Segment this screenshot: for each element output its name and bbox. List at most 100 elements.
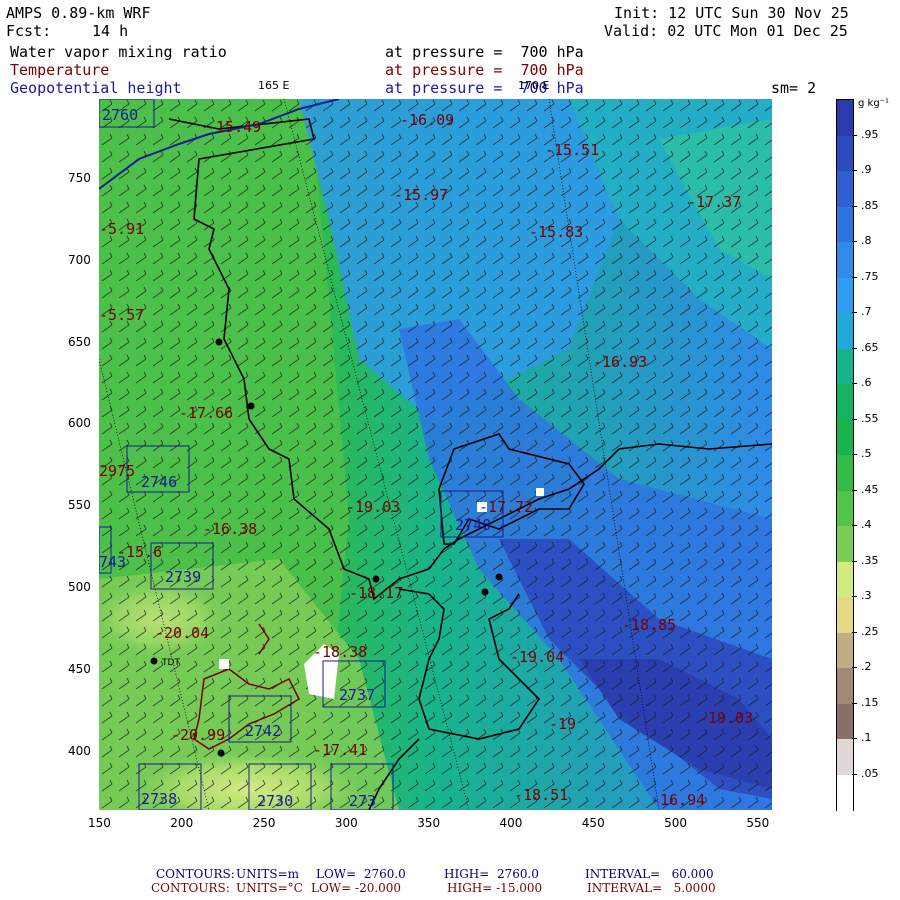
temp-label: -19 xyxy=(549,715,577,733)
footer-temp-label: CONTOURS: xyxy=(151,881,230,895)
field-name-geopotential: Geopotential height xyxy=(10,79,182,97)
x-tick-label: 450 xyxy=(581,816,605,830)
colorbar-label: .9 xyxy=(861,163,872,176)
colorbar-tick xyxy=(852,525,857,526)
colorbar-tick xyxy=(852,702,857,704)
height-label: 2746 xyxy=(141,473,178,491)
temp-label: -17.37 xyxy=(687,193,742,211)
temp-label: -18.38 xyxy=(313,643,368,661)
footer-height-interval: INTERVAL= 60.000 xyxy=(585,867,714,881)
station-dot xyxy=(247,402,255,410)
colorbar-label: .7 xyxy=(861,305,872,318)
footer-temp-high: HIGH= -15.000 xyxy=(447,881,543,895)
x-tick-label: 200 xyxy=(170,816,194,830)
temp-label: -16.93 xyxy=(593,353,648,371)
colorbar-label: .45 xyxy=(861,482,879,496)
colorbar-tick xyxy=(852,418,857,420)
field-name-temperature: Temperature xyxy=(10,61,110,79)
colorbar-tick xyxy=(852,773,857,775)
valid-time: Valid: 02 UTC Mon 01 Dec 25 xyxy=(604,22,848,40)
temp-label: -18.85 xyxy=(622,616,677,634)
temp-label: -17.72 xyxy=(479,498,534,516)
colorbar-tick xyxy=(852,560,857,562)
colorbar-swatch xyxy=(837,526,853,562)
footer-height-units: UNITS=m xyxy=(236,867,300,881)
colorbar-swatch xyxy=(837,206,853,243)
height-label: 2975 xyxy=(99,462,136,480)
colorbar-swatch xyxy=(837,135,853,172)
footer-temp-interval: INTERVAL= 5.0000 xyxy=(587,881,716,895)
y-tick-label: 550 xyxy=(68,498,91,513)
temp-label: -16.09 xyxy=(400,111,455,129)
colorbar-label: .95 xyxy=(861,127,879,141)
colorbar-swatch xyxy=(837,242,853,278)
colorbar-tick xyxy=(852,170,857,171)
y-tick-label: 400 xyxy=(68,743,91,758)
colorbar-swatch xyxy=(837,561,853,598)
colorbar-label: .65 xyxy=(861,340,879,354)
footer-temp-units: UNITS=°C xyxy=(236,881,303,895)
colorbar-swatch xyxy=(837,490,853,527)
field-level-mixing-ratio: at pressure = 700 hPa xyxy=(385,43,584,61)
colorbar-swatch xyxy=(837,100,853,136)
y-tick-label: 500 xyxy=(68,580,91,594)
colorbar-label: .25 xyxy=(861,624,879,638)
temp-label: -15.51 xyxy=(545,141,600,159)
field-name-mixing-ratio: Water vapor mixing ratio xyxy=(10,43,227,61)
station-dot xyxy=(150,657,158,665)
y-tick-label: 450 xyxy=(68,661,91,676)
footer-temp-low: LOW= -20.000 xyxy=(311,881,402,895)
colorbar-swatch xyxy=(837,632,853,669)
colorbar-label: .55 xyxy=(861,411,879,425)
field-level-geopotential: at pressure = 700 hPa xyxy=(385,79,584,97)
colorbar-tick xyxy=(852,241,857,242)
colorbar-label: .85 xyxy=(861,198,879,212)
x-tick-label: 300 xyxy=(334,816,358,830)
forecast-value: 14 h xyxy=(92,22,129,40)
colorbar-tick xyxy=(852,631,857,633)
colorbar-swatch xyxy=(837,171,853,207)
colorbar-label: .5 xyxy=(861,447,872,460)
colorbar-tick xyxy=(852,134,857,136)
temp-label: -19.03 xyxy=(346,498,401,516)
height-label: 743 xyxy=(99,553,127,571)
height-label: 2742 xyxy=(245,722,282,740)
smoothing-label: sm= 2 xyxy=(771,79,817,97)
station-dot xyxy=(217,749,225,757)
colorbar-units: g kg⁻¹ xyxy=(858,98,889,109)
colorbar-tick xyxy=(852,596,857,597)
temp-label: -15.49 xyxy=(207,118,262,136)
colorbar-label: .2 xyxy=(861,660,872,673)
colorbar-swatch xyxy=(837,313,853,349)
colorbar-tick xyxy=(852,205,857,207)
colorbar-swatch xyxy=(837,597,853,633)
model-title: AMPS 0.89-km WRF xyxy=(6,4,151,22)
height-label: 273 xyxy=(349,792,377,810)
colorbar-label: .8 xyxy=(861,234,872,247)
temp-label: -15.83 xyxy=(529,223,584,241)
meridian-label-170e: 170 E xyxy=(518,79,550,92)
height-label: 2738 xyxy=(141,790,178,808)
temp-label: -17.66 xyxy=(179,404,234,422)
colorbar-label: .6 xyxy=(861,376,872,389)
y-tick-label: 650 xyxy=(68,334,91,349)
colorbar-swatch xyxy=(837,455,853,491)
colorbar-tick xyxy=(852,667,857,668)
field-level-temperature: at pressure = 700 hPa xyxy=(385,61,584,79)
colorbar-tick xyxy=(852,312,857,313)
temp-label: -19.04 xyxy=(510,648,565,666)
x-tick-label: 250 xyxy=(252,816,276,830)
x-tick-label: 550 xyxy=(746,816,770,830)
colorbar-tick xyxy=(852,276,857,278)
y-tick-label: 750 xyxy=(68,171,91,185)
colorbar-tick xyxy=(852,383,857,384)
map-plot: -15.49 -16.09 -15.51 -15.97 -15.83 -17.3… xyxy=(99,99,772,810)
temp-label: -19.03 xyxy=(699,709,754,727)
colorbar-swatch xyxy=(837,739,853,775)
station-dot xyxy=(372,575,380,583)
x-tick-label: 350 xyxy=(417,816,441,830)
colorbar-swatch xyxy=(837,277,853,314)
x-tick-label: 500 xyxy=(664,816,687,830)
temp-label: -5.91 xyxy=(99,220,145,238)
meridian-label-165e: 165 E xyxy=(258,79,290,92)
